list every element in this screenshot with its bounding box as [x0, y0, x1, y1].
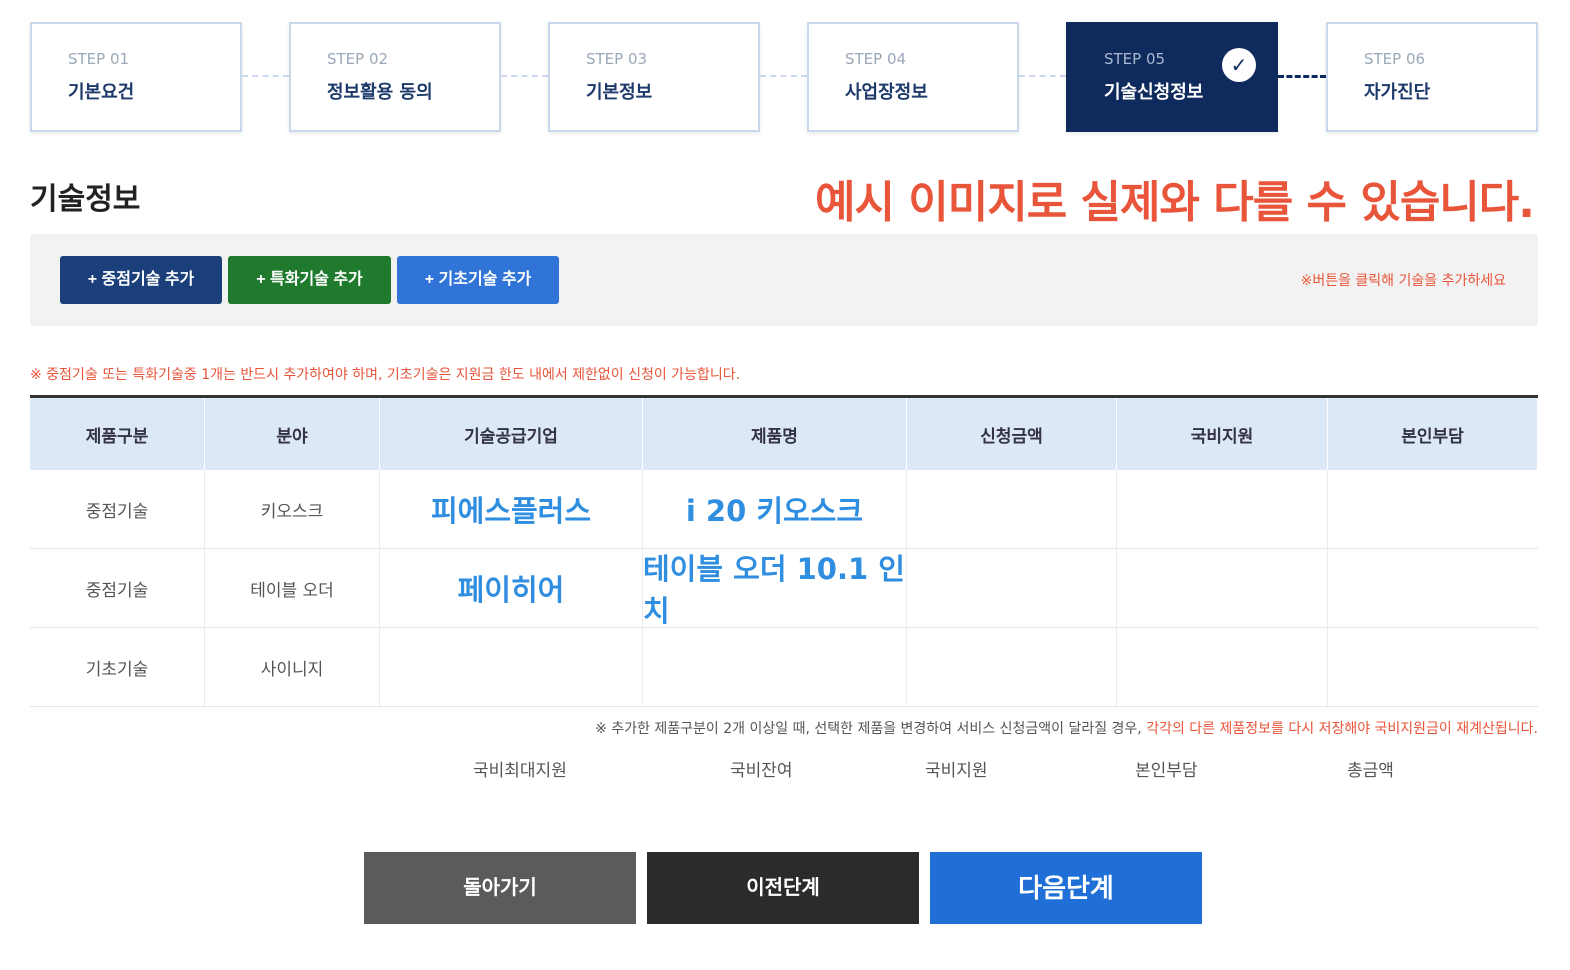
table-cell: 중점기술: [30, 549, 205, 627]
table-cell: 중점기술: [30, 470, 205, 548]
note-text-highlight: 각각의 다른 제품정보를 다시 저장해야 국비지원금이 재계산됩니다.: [1146, 721, 1538, 737]
table-row[interactable]: 중점기술 테이블 오더 페이히어 테이블 오더 10.1 인치: [30, 549, 1538, 628]
product-cell: i 20 키오스크: [643, 470, 907, 548]
header-cell: 제품구분: [30, 398, 205, 470]
requirement-warning: ※ 중점기술 또는 특화기술중 1개는 반드시 추가하여야 하며, 기초기술은 …: [30, 367, 741, 383]
table-cell: 키오스크: [205, 470, 380, 548]
step-connector: [501, 75, 548, 77]
tech-table: 제품구분 분야 기술공급기업 제품명 신청금액 국비지원 본인부담 중점기술 키…: [30, 395, 1538, 707]
previous-step-button[interactable]: 이전단계: [647, 852, 919, 924]
example-image-notice: 예시 이미지로 실제와 다를 수 있습니다.: [815, 177, 1535, 228]
step-number: STEP 05: [1104, 50, 1166, 68]
product-cell: [643, 628, 907, 706]
step-number: STEP 01: [68, 50, 130, 68]
table-cell: [1117, 549, 1328, 627]
step-3[interactable]: STEP 03 기본정보: [548, 22, 760, 132]
summary-label: 본인부담: [1135, 761, 1198, 781]
step-label: 기술신청정보: [1104, 82, 1204, 103]
summary-label: 국비최대지원: [473, 761, 567, 781]
supplier-cell: 페이히어: [380, 549, 643, 627]
add-core-tech-button[interactable]: + 중점기술 추가: [60, 256, 222, 304]
table-cell: [1117, 470, 1328, 548]
summary-label: 국비잔여: [730, 761, 793, 781]
step-number: STEP 03: [586, 50, 648, 68]
step-connector: [1278, 75, 1326, 78]
step-connector: [1019, 75, 1066, 77]
header-cell: 신청금액: [907, 398, 1117, 470]
step-label: 자가진단: [1364, 82, 1431, 103]
table-cell: [907, 470, 1117, 548]
amount-summary: 국비최대지원 국비잔여 국비지원 본인부담 총금액: [30, 756, 1538, 782]
summary-label: 총금액: [1347, 761, 1394, 781]
header-cell: 국비지원: [1117, 398, 1328, 470]
recalculation-note: ※ 추가한 제품구분이 2개 이상일 때, 선택한 제품을 변경하여 서비스 신…: [595, 718, 1538, 738]
add-tech-panel: + 중점기술 추가 + 특화기술 추가 + 기초기술 추가 ※버튼을 클릭해 기…: [30, 234, 1538, 326]
step-1[interactable]: STEP 01 기본요건: [30, 22, 242, 132]
table-cell: 기초기술: [30, 628, 205, 706]
step-label: 기본요건: [68, 82, 135, 103]
table-row[interactable]: 중점기술 키오스크 피에스플러스 i 20 키오스크: [30, 470, 1538, 549]
step-number: STEP 04: [845, 50, 907, 68]
step-connector: [760, 75, 807, 77]
step-5-active[interactable]: STEP 05 기술신청정보 ✓: [1066, 22, 1278, 132]
back-button[interactable]: 돌아가기: [364, 852, 636, 924]
step-label: 정보활용 동의: [327, 82, 433, 103]
step-number: STEP 02: [327, 50, 389, 68]
product-cell: 테이블 오더 10.1 인치: [643, 549, 907, 628]
step-label: 사업장정보: [845, 82, 928, 103]
add-basic-tech-button[interactable]: + 기초기술 추가: [397, 256, 559, 304]
step-label: 기본정보: [586, 82, 653, 103]
supplier-cell: [380, 628, 643, 706]
table-cell: 테이블 오더: [205, 549, 380, 627]
table-cell: [1117, 628, 1328, 706]
step-2[interactable]: STEP 02 정보활용 동의: [289, 22, 501, 132]
table-cell: 사이니지: [205, 628, 380, 706]
table-cell: [1328, 628, 1538, 706]
table-cell: [907, 628, 1117, 706]
table-cell: [1328, 470, 1538, 548]
step-6[interactable]: STEP 06 자가진단: [1326, 22, 1538, 132]
next-step-button[interactable]: 다음단계: [930, 852, 1202, 924]
header-cell: 제품명: [643, 398, 907, 470]
step-progress: STEP 01 기본요건 STEP 02 정보활용 동의 STEP 03 기본정…: [30, 22, 1538, 132]
panel-hint: ※버튼을 클릭해 기술을 추가하세요: [1300, 273, 1506, 289]
table-cell: [1328, 549, 1538, 627]
add-special-tech-button[interactable]: + 특화기술 추가: [228, 256, 391, 304]
step-4[interactable]: STEP 04 사업장정보: [807, 22, 1019, 132]
summary-label: 국비지원: [925, 761, 988, 781]
table-cell: [907, 549, 1117, 627]
header-cell: 분야: [205, 398, 380, 470]
step-connector: [242, 75, 289, 77]
table-row[interactable]: 기초기술 사이니지: [30, 628, 1538, 707]
note-text: ※ 추가한 제품구분이 2개 이상일 때, 선택한 제품을 변경하여 서비스 신…: [595, 721, 1147, 737]
table-header: 제품구분 분야 기술공급기업 제품명 신청금액 국비지원 본인부담: [30, 398, 1538, 470]
header-cell: 기술공급기업: [380, 398, 643, 470]
section-title: 기술정보: [30, 182, 141, 217]
check-icon: ✓: [1222, 48, 1256, 82]
supplier-cell: 피에스플러스: [380, 470, 643, 548]
step-number: STEP 06: [1364, 50, 1426, 68]
header-cell: 본인부담: [1328, 398, 1538, 470]
